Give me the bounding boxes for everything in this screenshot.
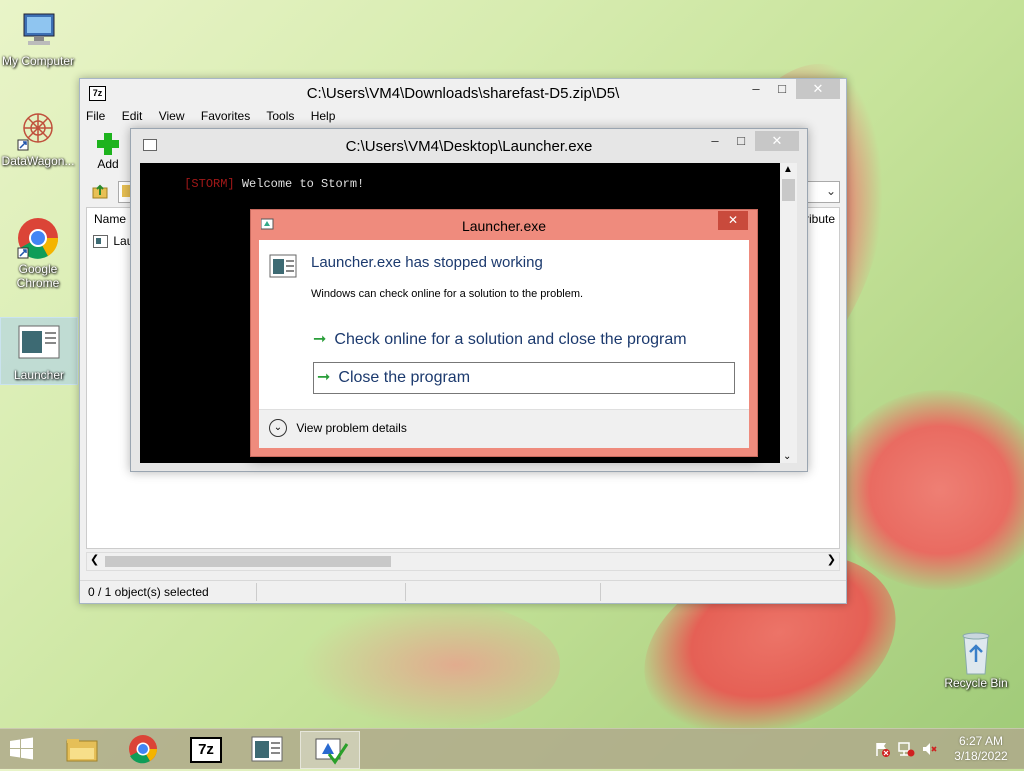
clock-time: 6:27 AM: [958, 734, 1004, 748]
taskbar-7zip[interactable]: 7z: [176, 731, 234, 767]
option-label: Close the program: [338, 369, 471, 386]
scroll-up-arrow[interactable]: ▲: [783, 164, 793, 175]
green-arrow-icon: ➞: [317, 369, 331, 386]
menu-bar: File Edit View Favorites Tools Help: [86, 109, 348, 129]
option-label: Check online for a solution and close th…: [334, 331, 687, 348]
plus-icon: [97, 133, 119, 155]
horizontal-scrollbar[interactable]: ❮ ❯: [86, 552, 840, 571]
taskbar-launcher[interactable]: [238, 731, 296, 767]
archive-window-title: C:\Users\VM4\Downloads\sharefast-D5.zip\…: [306, 85, 620, 102]
action-center-icon[interactable]: [873, 741, 891, 757]
desktop-icon-label: Google Chrome: [16, 262, 60, 290]
menu-edit[interactable]: Edit: [122, 109, 143, 123]
menu-file[interactable]: File: [86, 109, 105, 123]
desktop-icon-recycle-bin[interactable]: Recycle Bin: [936, 630, 1016, 690]
vertical-scrollbar[interactable]: ▲ ⌄: [780, 163, 797, 463]
chrome-icon: [16, 216, 60, 260]
recycle-bin-icon: [954, 630, 998, 675]
problem-report-icon: [315, 738, 349, 765]
view-details-button[interactable]: ⌄ View problem details: [269, 419, 407, 437]
green-arrow-icon: ➞: [313, 331, 327, 348]
add-label: Add: [97, 157, 119, 171]
error-dialog[interactable]: Launcher.exe ✕ Launcher.exe has stopped …: [250, 209, 758, 457]
dialog-title: Launcher.exe: [461, 218, 547, 234]
launcher-icon: [17, 322, 61, 366]
volume-muted-icon[interactable]: [921, 741, 939, 757]
desktop-icon-google-chrome[interactable]: Google Chrome: [0, 216, 76, 290]
dialog-title-bar[interactable]: Launcher.exe ✕: [251, 210, 757, 240]
status-bar: 0 / 1 object(s) selected: [80, 580, 846, 603]
scroll-left-arrow[interactable]: ❮: [90, 553, 99, 566]
minimize-button[interactable]: –: [703, 131, 727, 151]
dialog-body: Launcher.exe has stopped working Windows…: [259, 240, 749, 448]
maximize-button[interactable]: □: [729, 131, 753, 151]
scroll-thumb[interactable]: [782, 179, 795, 201]
start-button[interactable]: [6, 735, 40, 763]
launcher-icon: [251, 736, 283, 762]
wallpaper-petal: [300, 600, 560, 730]
clock-date: 3/18/2022: [954, 749, 1008, 763]
folder-icon: [66, 739, 98, 762]
menu-tools[interactable]: Tools: [266, 109, 294, 123]
scroll-thumb[interactable]: [105, 556, 391, 567]
exe-file-icon: [93, 235, 108, 249]
close-button[interactable]: ✕: [755, 131, 799, 151]
status-divider: [256, 583, 257, 601]
desktop-icon-my-computer[interactable]: My Computer: [0, 8, 76, 68]
column-header-attributes[interactable]: ribute: [805, 212, 835, 226]
desktop-icon-launcher[interactable]: Launcher: [0, 317, 78, 385]
check-online-option[interactable]: ➞ Check online for a solution and close t…: [313, 324, 735, 356]
console-prefix: [STORM]: [184, 177, 235, 191]
menu-favorites[interactable]: Favorites: [201, 109, 250, 123]
menu-view[interactable]: View: [159, 109, 185, 123]
minimize-button[interactable]: –: [744, 79, 768, 99]
dialog-heading: Launcher.exe has stopped working: [311, 254, 543, 271]
status-text: 0 / 1 object(s) selected: [88, 585, 209, 599]
folder-up-icon: [92, 184, 108, 199]
column-header-name[interactable]: Name: [94, 212, 126, 226]
chrome-icon: [129, 735, 157, 764]
close-button[interactable]: ✕: [796, 79, 840, 99]
clock[interactable]: 6:27 AM 3/18/2022: [948, 734, 1014, 763]
archive-title-bar[interactable]: 7z C:\Users\VM4\Downloads\sharefast-D5.z…: [80, 79, 846, 107]
taskbar-file-explorer[interactable]: [52, 731, 110, 767]
close-program-option[interactable]: ➞ Close the program: [313, 362, 735, 394]
dialog-subtext: Windows can check online for a solution …: [311, 288, 584, 300]
console-message: Welcome to Storm!: [234, 177, 365, 191]
wallpaper-petal: [830, 390, 1024, 590]
view-details-label: View problem details: [296, 421, 407, 435]
table-row[interactable]: Lau: [93, 234, 133, 249]
desktop-icon-label: My Computer: [1, 54, 75, 68]
scroll-down-arrow[interactable]: ⌄: [783, 451, 791, 462]
windows-logo-icon: [10, 737, 33, 760]
up-folder-button[interactable]: [92, 183, 108, 199]
taskbar-chrome[interactable]: [114, 731, 172, 767]
status-divider: [405, 583, 406, 601]
scroll-right-arrow[interactable]: ❯: [827, 553, 836, 566]
status-divider: [600, 583, 601, 601]
close-button[interactable]: ✕: [718, 211, 748, 230]
desktop-icon-datawagon[interactable]: DataWagon...: [0, 108, 76, 168]
desktop-icon-label: Launcher: [13, 368, 65, 382]
computer-icon: [16, 8, 60, 52]
network-icon[interactable]: [897, 741, 915, 757]
add-button[interactable]: Add: [88, 133, 128, 171]
menu-help[interactable]: Help: [311, 109, 336, 123]
console-title-bar[interactable]: C:\Users\VM4\Desktop\Launcher.exe – □ ✕: [131, 129, 807, 161]
datawagon-icon: [16, 108, 60, 152]
app-window-icon: [269, 254, 297, 278]
dialog-footer: ⌄ View problem details: [259, 409, 749, 448]
taskbar: 7z 6:27 AM 3/18/2022: [0, 728, 1024, 769]
taskbar-problem-reporting[interactable]: [300, 731, 360, 769]
7z-icon: 7z: [190, 737, 222, 763]
chevron-down-icon: ⌄: [269, 419, 287, 437]
desktop-icon-label: DataWagon...: [1, 154, 75, 168]
address-dropdown-icon[interactable]: ⌄: [826, 184, 836, 198]
maximize-button[interactable]: □: [770, 79, 794, 99]
desktop-icon-label: Recycle Bin: [944, 676, 1008, 690]
